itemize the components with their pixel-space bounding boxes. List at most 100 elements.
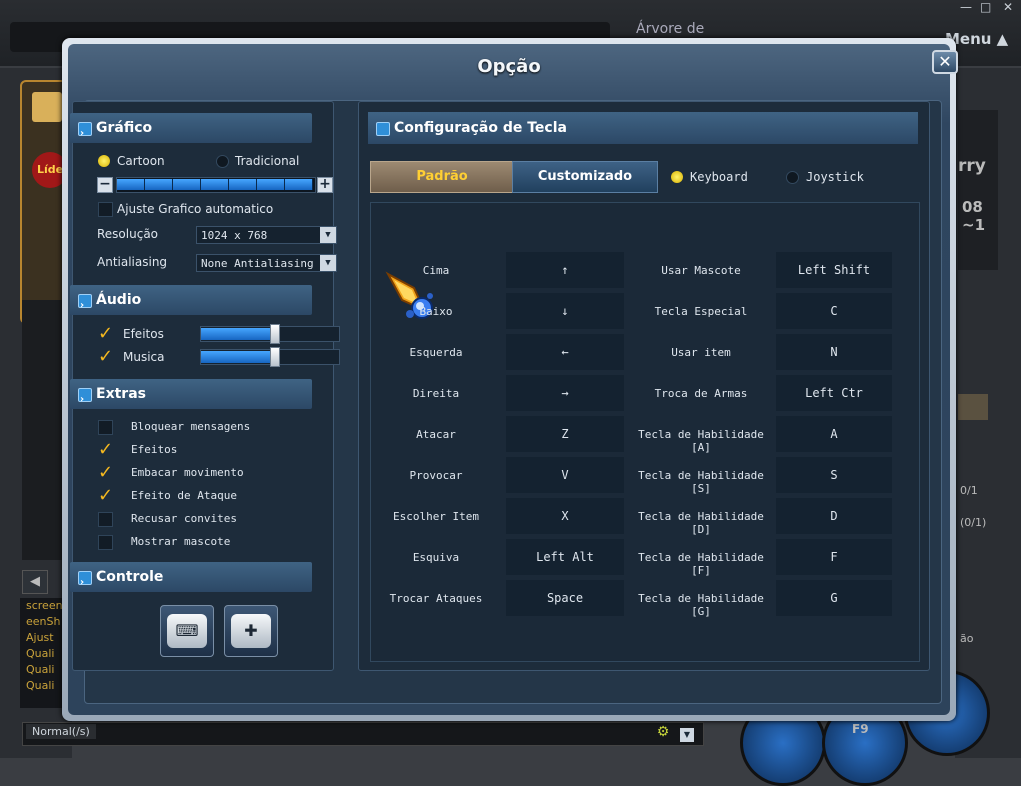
effects-slider-fill (201, 328, 274, 340)
key-binding-button[interactable]: F (776, 539, 892, 575)
speaker-icon[interactable]: ◀ (22, 570, 48, 594)
gamepad-icon: ✚ (231, 614, 271, 648)
extras-checkbox[interactable]: ✓ (98, 464, 113, 482)
resolution-select[interactable]: 1024 x 768 ▼ (196, 226, 337, 244)
gear-icon[interactable]: ⚙ (654, 724, 672, 742)
key-action-label: Tecla de Habilidade [D] (638, 510, 764, 536)
key-binding-button[interactable]: Space (506, 580, 624, 616)
close-button[interactable]: ✕ (932, 50, 958, 74)
quality-segment (229, 179, 257, 190)
maximize-icon[interactable]: □ (980, 0, 991, 14)
quality-segment (117, 179, 145, 190)
extras-label: Efeitos (131, 443, 178, 456)
section-controle: › Controle (70, 562, 312, 592)
extras-label: Mostrar mascote (131, 535, 231, 548)
antialias-select[interactable]: None Antialiasing ▼ (196, 254, 337, 272)
right-text: rry (958, 156, 986, 176)
keyboard-button[interactable]: ⌨ (160, 605, 214, 657)
section-key-config: Configuração de Tecla (368, 112, 918, 144)
chevron-down-icon: ▼ (320, 255, 336, 271)
tab-padrao[interactable]: Padrão (370, 161, 514, 193)
effects-slider-knob[interactable] (270, 324, 280, 344)
chat-input[interactable] (22, 722, 704, 746)
tree-label: Árvore de (636, 21, 705, 37)
key-binding-button[interactable]: Z (506, 416, 624, 452)
minimize-icon[interactable]: — (960, 0, 972, 14)
extras-label: Efeito de Ataque (131, 489, 237, 502)
extras-checkbox[interactable] (98, 420, 113, 435)
key-action-label: Tecla Especial (654, 305, 748, 318)
key-binding-button[interactable]: ← (506, 334, 624, 370)
key-binding-button[interactable]: C (776, 293, 892, 329)
music-slider[interactable] (200, 347, 340, 367)
minus-button[interactable]: − (97, 177, 113, 193)
key-action-label: Tecla de Habilidade [G] (638, 592, 764, 618)
key-binding-button[interactable]: S (776, 457, 892, 493)
right-button[interactable] (958, 394, 988, 420)
section-title: Gráfico (96, 120, 153, 136)
chevron-right-icon: › (80, 128, 85, 139)
extras-checkbox[interactable] (98, 535, 113, 550)
key-action-label: Baixo (419, 305, 453, 318)
effects-checkbox[interactable]: ✓ (98, 325, 113, 343)
key-action-label: Tecla de Habilidade [S] (638, 469, 764, 495)
tab-customizado[interactable]: Customizado (512, 161, 658, 193)
key-action-label: Cima (422, 264, 450, 277)
radio-keyboard-label: Keyboard (690, 170, 748, 184)
effects-label: Efeitos (123, 327, 164, 341)
section-audio: › Áudio (70, 285, 312, 315)
chevron-down-icon[interactable]: ▼ (680, 728, 694, 742)
radio-tradicional[interactable] (216, 155, 229, 168)
key-action-label: Provocar (409, 469, 463, 482)
key-action-label: Tecla de Habilidade [F] (638, 551, 764, 577)
chevron-right-icon: › (80, 300, 85, 311)
key-binding-button[interactable]: G (776, 580, 892, 616)
music-checkbox[interactable]: ✓ (98, 348, 113, 366)
chevron-right-icon: › (80, 577, 85, 588)
key-binding-button[interactable]: V (506, 457, 624, 493)
window-close-icon[interactable]: ✕ (1003, 0, 1013, 14)
options-dialog: Opção ✕ › Gráfico Cartoon Tradicional − +… (62, 38, 958, 721)
key-action-label: Direita (412, 387, 460, 400)
key-binding-button[interactable]: Left Shift (776, 252, 892, 288)
key-binding-button[interactable]: N (776, 334, 892, 370)
resolution-label: Resolução (97, 227, 159, 241)
right-text: 0/1 (960, 484, 978, 497)
quality-segment (145, 179, 173, 190)
extras-checkbox[interactable]: ✓ (98, 487, 113, 505)
radio-joystick[interactable] (786, 171, 799, 184)
key-binding-button[interactable]: → (506, 375, 624, 411)
key-action-label: Usar item (671, 346, 731, 359)
radio-cartoon[interactable] (98, 155, 110, 167)
key-action-label: Usar Mascote (661, 264, 741, 277)
key-binding-button[interactable]: ↑ (506, 252, 624, 288)
antialias-label: Antialiasing (97, 255, 168, 269)
right-info-panel (958, 110, 998, 270)
music-label: Musica (123, 350, 165, 364)
key-binding-button[interactable]: Left Alt (506, 539, 624, 575)
auto-adjust-checkbox[interactable] (98, 202, 113, 217)
quality-segment (257, 179, 285, 190)
radio-joystick-label: Joystick (806, 170, 864, 184)
radio-cartoon-label: Cartoon (117, 154, 165, 168)
chevron-down-icon: ▼ (320, 227, 336, 243)
music-slider-knob[interactable] (270, 347, 280, 367)
keyboard-icon: ⌨ (167, 614, 207, 648)
radio-tradicional-label: Tradicional (235, 154, 300, 168)
section-title: Áudio (96, 292, 142, 308)
key-binding-button[interactable]: Left Ctr (776, 375, 892, 411)
radio-keyboard[interactable] (671, 171, 683, 183)
avatar (32, 92, 62, 122)
key-binding-button[interactable]: ↓ (506, 293, 624, 329)
right-text: F9 (852, 722, 869, 736)
quality-segment (285, 179, 313, 190)
effects-slider[interactable] (200, 324, 340, 344)
key-binding-button[interactable]: A (776, 416, 892, 452)
key-binding-button[interactable]: D (776, 498, 892, 534)
chat-channel-select[interactable]: Normal(/s) (26, 724, 96, 739)
extras-checkbox[interactable]: ✓ (98, 441, 113, 459)
key-binding-button[interactable]: X (506, 498, 624, 534)
gamepad-button[interactable]: ✚ (224, 605, 278, 657)
extras-checkbox[interactable] (98, 512, 113, 527)
plus-button[interactable]: + (317, 177, 333, 193)
